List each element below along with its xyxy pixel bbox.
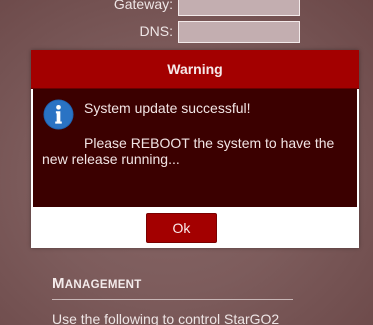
- dialog-title: Warning: [167, 61, 223, 77]
- management-title-initial: M: [52, 275, 65, 292]
- ok-button[interactable]: Ok: [146, 213, 217, 243]
- gateway-label: Gateway:: [113, 0, 173, 12]
- gateway-input[interactable]: [178, 0, 300, 16]
- message-success: System update successful!: [84, 100, 251, 116]
- dialog-body: System update successful! Please REBOOT …: [33, 89, 357, 207]
- dialog-header: Warning: [31, 50, 359, 89]
- dns-row: DNS:: [0, 21, 373, 45]
- info-icon: [43, 99, 74, 130]
- management-title-rest: ANAGEMENT: [64, 279, 142, 291]
- dns-input[interactable]: [178, 21, 300, 43]
- management-title: MANAGEMENT: [52, 275, 142, 292]
- warning-dialog: Warning System update successful! Please…: [31, 50, 359, 248]
- message-reboot: Please REBOOT the system to have the new…: [42, 135, 335, 167]
- gateway-row: Gateway:: [0, 0, 373, 18]
- page-background: { "network_form": { "gateway": { "label"…: [0, 0, 373, 325]
- management-description: Use the following to control StarGO2: [52, 311, 280, 325]
- dns-label: DNS:: [139, 23, 173, 39]
- section-divider: [52, 299, 293, 300]
